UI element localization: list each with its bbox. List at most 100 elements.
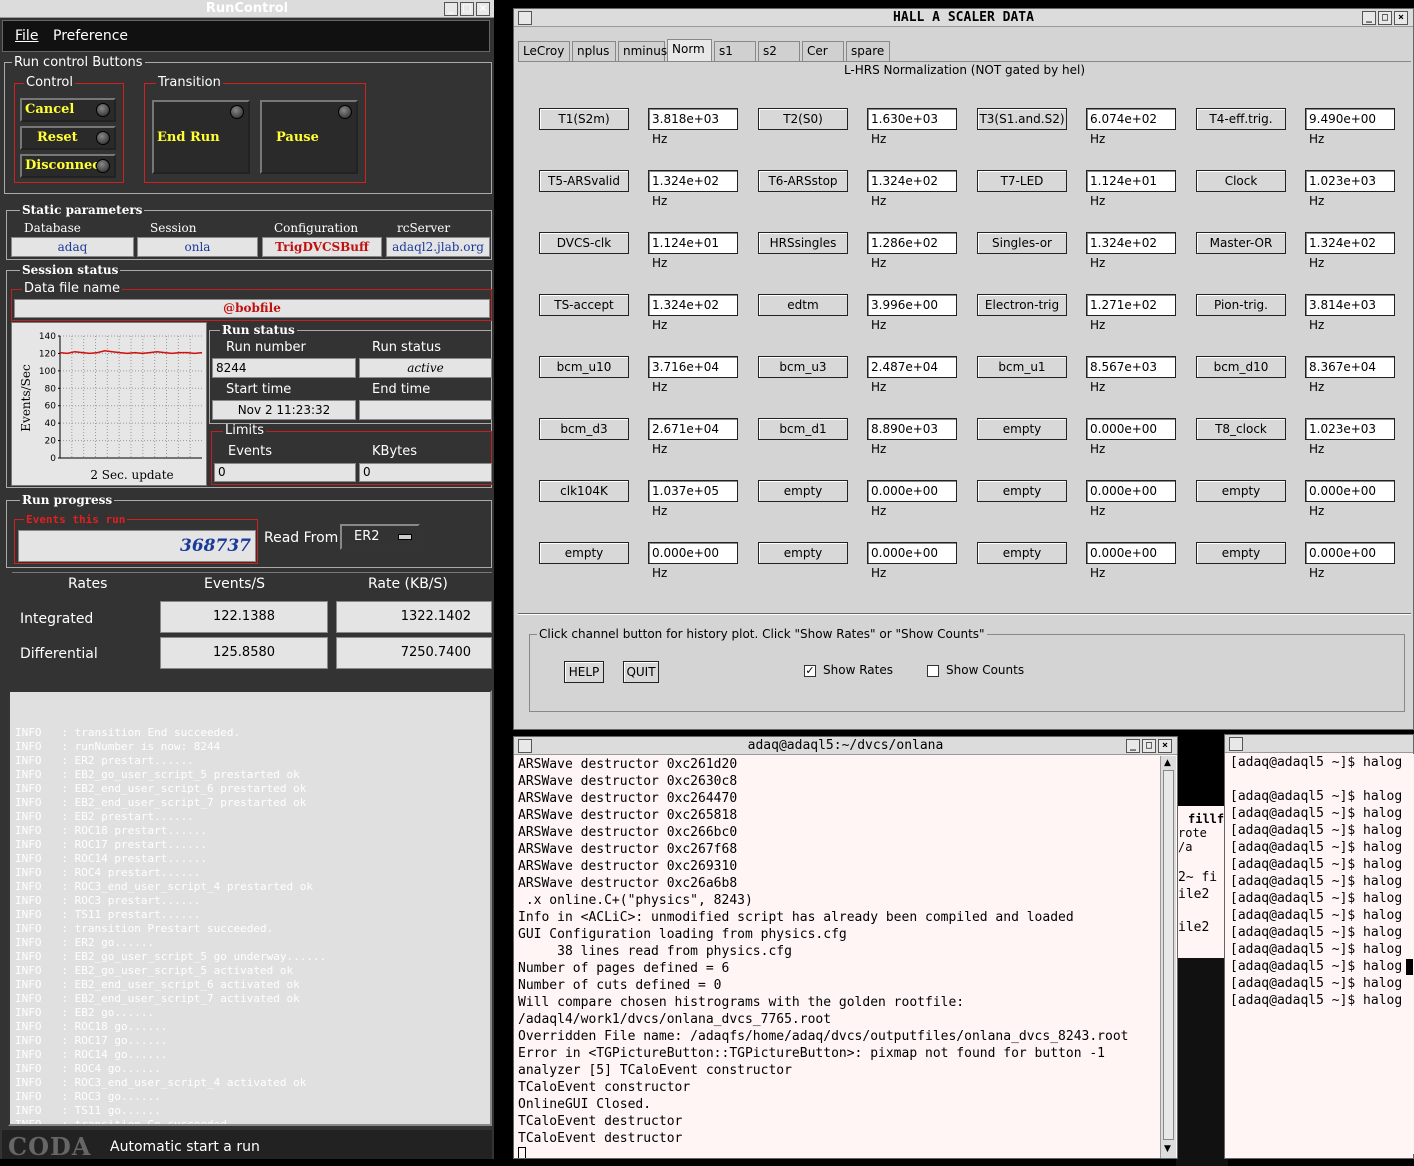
channel-button[interactable]: T4-eff.trig. — [1196, 108, 1286, 130]
terminal-minimize-button[interactable]: _ — [1126, 739, 1140, 753]
channel-button[interactable]: empty — [977, 542, 1067, 564]
log-lines: INFO : transition End succeeded. INFO : r… — [15, 726, 490, 1124]
channel-rate-value: 9.490e+00 Hz — [1305, 108, 1395, 146]
channel-button[interactable]: T1(S2m) — [539, 108, 629, 130]
channel-button[interactable]: Clock — [1196, 170, 1286, 192]
channel-button[interactable]: empty — [1196, 542, 1286, 564]
channel-button[interactable]: empty — [1196, 480, 1286, 502]
channel-button[interactable]: T7-LED — [977, 170, 1067, 192]
integrated-events-value: 122.1388 — [160, 601, 328, 633]
terminal-output[interactable]: ARSWave destructor 0xc261d20 ARSWave dest… — [518, 756, 1158, 1158]
channel-button[interactable]: empty — [758, 542, 848, 564]
channel-button[interactable]: T8_clock — [1196, 418, 1286, 440]
tab-nplus[interactable]: nplus — [572, 41, 616, 61]
tab-cer[interactable]: Cer — [802, 41, 844, 61]
channel-button[interactable]: empty — [977, 418, 1067, 440]
help-button[interactable]: HELP — [564, 661, 604, 683]
read-from-select[interactable]: ER2 — [340, 524, 420, 550]
scaler-maximize-button[interactable]: □ — [1378, 11, 1392, 25]
channel-button[interactable]: empty — [539, 542, 629, 564]
rates-header-kbs: Rate (KB/S) — [368, 576, 448, 592]
tab-nminus[interactable]: nminus — [618, 41, 667, 61]
terminal-line: ARSWave destructor 0xc265818 — [518, 808, 738, 823]
events-limit-input[interactable]: 0 — [214, 463, 356, 482]
channel-button[interactable]: TS-accept — [539, 294, 629, 316]
show-rates-checkbox[interactable]: ✓ — [804, 665, 816, 677]
reset-button[interactable]: Reset — [20, 126, 116, 150]
close-button[interactable]: × — [476, 2, 490, 16]
channel-button[interactable]: HRSsingles — [758, 232, 848, 254]
channel-button[interactable]: Pion-trig. — [1196, 294, 1286, 316]
channel-button[interactable]: bcm_u1 — [977, 356, 1067, 378]
end-run-button[interactable]: End Run — [152, 100, 250, 174]
menu-file[interactable]: File — [15, 28, 38, 44]
runcontrol-titlebar[interactable]: RunControl _ □ × — [0, 0, 494, 18]
channel-button[interactable]: clk104K — [539, 480, 629, 502]
log-line: INFO : EB2 go...... — [15, 1006, 155, 1019]
events-this-run-value: 368737 — [18, 530, 256, 562]
reset-label: Reset — [37, 130, 78, 145]
rate-chart-panel: 0 20 40 60 80 100 120 140 Events/Sec 2 Sec. updat… — [11, 322, 207, 486]
log-line: INFO : ROC18 go...... — [15, 1020, 168, 1033]
channel-button[interactable]: T6-ARSstop — [758, 170, 848, 192]
channel-button[interactable]: bcm_d3 — [539, 418, 629, 440]
channel-button[interactable]: T5-ARSvalid — [539, 170, 629, 192]
log-panel[interactable]: INFO : transition End succeeded. INFO : r… — [8, 690, 492, 1126]
channel-button[interactable]: bcm_d1 — [758, 418, 848, 440]
channel-button[interactable]: bcm_u10 — [539, 356, 629, 378]
disconnect-button[interactable]: Disconnect — [20, 154, 116, 178]
y-tick-label: 60 — [45, 402, 57, 412]
tab-lecroy[interactable]: LeCroy — [518, 41, 570, 61]
pause-button[interactable]: Pause — [260, 100, 358, 174]
channel-button[interactable]: bcm_d10 — [1196, 356, 1286, 378]
terminal-scrollbar[interactable]: ▲ ▼ — [1160, 756, 1176, 1158]
show-counts-checkbox[interactable] — [927, 665, 939, 677]
channel-button[interactable]: empty — [977, 480, 1067, 502]
cancel-button[interactable]: Cancel — [20, 98, 116, 122]
channel-button[interactable]: DVCS-clk — [539, 232, 629, 254]
halog-line — [1230, 771, 1414, 788]
tab-spare[interactable]: spare — [846, 41, 890, 61]
scaler-titlebar[interactable]: HALL A SCALER DATA _ □ × — [514, 9, 1413, 27]
kbytes-limit-input[interactable]: 0 — [359, 463, 492, 482]
scaler-close-button[interactable]: × — [1394, 11, 1408, 25]
quit-button[interactable]: QUIT — [623, 661, 659, 683]
halog-terminal-window: [adaq@adaql5 ~]$ halog [adaq@adaql5 ~]$ h… — [1224, 734, 1414, 1159]
tab-s1[interactable]: s1 — [714, 41, 756, 61]
minimize-button[interactable]: _ — [444, 2, 458, 16]
halog-output[interactable]: [adaq@adaql5 ~]$ halog [adaq@adaql5 ~]$ h… — [1230, 754, 1414, 1154]
show-rates-label: Show Rates — [823, 663, 893, 677]
scroll-thumb[interactable] — [1163, 770, 1174, 1140]
channel-button[interactable]: Singles-or — [977, 232, 1067, 254]
channel-button[interactable]: edtm — [758, 294, 848, 316]
scaler-menu-icon[interactable] — [518, 11, 532, 25]
channel-button[interactable]: empty — [758, 480, 848, 502]
configuration-label: Configuration — [272, 221, 361, 235]
scroll-up-icon[interactable]: ▲ — [1164, 758, 1171, 768]
log-line: INFO : ROC4 prestart...... — [15, 866, 201, 879]
channel-button[interactable]: Electron-trig — [977, 294, 1067, 316]
channel-button[interactable]: bcm_u3 — [758, 356, 848, 378]
scaler-minimize-button[interactable]: _ — [1362, 11, 1376, 25]
terminal-maximize-button[interactable]: □ — [1142, 739, 1156, 753]
tab-norm[interactable]: Norm — [667, 39, 712, 62]
halog-titlebar[interactable] — [1225, 735, 1413, 753]
cursor-block — [1406, 959, 1413, 975]
menu-preference[interactable]: Preference — [53, 28, 128, 44]
tab-s2[interactable]: s2 — [758, 41, 800, 61]
channel-button[interactable]: T3(S1.and.S2) — [977, 108, 1067, 130]
runcontrol-window: RunControl _ □ × File Preference Run con… — [0, 0, 494, 1161]
scroll-down-icon[interactable]: ▼ — [1164, 1144, 1171, 1154]
maximize-button[interactable]: □ — [460, 2, 474, 16]
terminal-close-button[interactable]: × — [1158, 739, 1172, 753]
terminal-menu-icon[interactable] — [518, 739, 532, 753]
halog-menu-icon[interactable] — [1229, 737, 1243, 751]
channel-button[interactable]: T2(S0) — [758, 108, 848, 130]
terminal-titlebar[interactable]: adaq@adaql5:~/dvcs/onlana _ □ × — [514, 737, 1177, 755]
footer-divider — [518, 613, 1411, 615]
rate-chart: 0 20 40 60 80 100 120 140 Events/Sec 2 Sec. updat… — [19, 332, 203, 482]
channel-button[interactable]: Master-OR — [1196, 232, 1286, 254]
channel-rate-value: 2.671e+04 Hz — [648, 418, 738, 456]
terminal-line: Will compare chosen histrograms with the… — [518, 995, 965, 1010]
log-line: INFO : ROC3 prestart...... — [15, 894, 201, 907]
